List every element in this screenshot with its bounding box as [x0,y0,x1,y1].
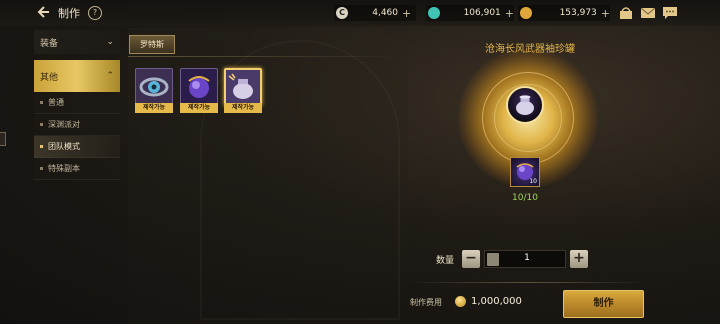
material-progress: 10/10 [512,193,538,203]
gold-coin-icon [455,296,466,307]
chevron-down-icon: ⌄ [106,37,114,47]
craft-item-slot[interactable]: 제작가능 [135,68,173,114]
currency-gold: 153,973 + [518,5,610,21]
top-bar: 制作 ? C 4,460 + 106,901 + 153,973 + [0,0,720,26]
craftable-badge: 제작가능 [180,103,218,113]
gold-icon [520,7,532,19]
currency-gem: 106,901 + [426,5,514,21]
purple-orb-icon [180,68,218,106]
gift-bag-icon[interactable] [618,5,634,20]
bullet-icon [40,167,43,170]
character-tab[interactable]: 罗特斯 [129,35,175,54]
category-sidebar: 装备 ⌄ 其他 ⌃ 普通 深渊派对 团队模式 特殊副本 [34,30,120,180]
sidebar-item-label: 深渊派对 [48,120,80,129]
cost-value: 1,000,000 [471,296,522,307]
currency-value: 153,973 [559,8,597,18]
add-currency-button[interactable]: + [505,7,514,20]
sidebar-item-normal[interactable]: 普通 [34,92,120,114]
gem-icon [428,7,440,19]
craft-button[interactable]: 制作 [563,290,644,318]
quantity-value: 1 [524,253,530,263]
chat-icon[interactable] [662,5,678,20]
mail-icon[interactable] [640,5,656,20]
chevron-up-icon: ⌃ [106,71,114,81]
add-currency-button[interactable]: + [402,7,411,20]
c-coin-icon: C [336,7,348,19]
quantity-input[interactable]: 1 [484,250,566,268]
bullet-icon [40,101,43,104]
sidebar-item-abyss-party[interactable]: 深渊派对 [34,114,120,136]
quantity-minus-button[interactable]: − [462,250,480,268]
add-currency-button[interactable]: + [601,7,610,20]
quantity-label: 数量 [436,256,455,266]
bullet-icon [40,145,43,148]
back-arrow-icon[interactable] [34,4,52,22]
craft-item-slot[interactable]: 제작가능 [180,68,218,114]
quantity-plus-button[interactable]: + [570,250,588,268]
material-slot[interactable]: 10 [510,157,540,187]
sidebar-item-team-mode[interactable]: 团队模式 [34,136,120,158]
category-other[interactable]: 其他 ⌃ [34,60,120,92]
divider [128,56,408,57]
sidebar-item-label: 特殊副本 [48,164,80,173]
sidebar-item-label: 团队模式 [48,142,80,151]
currency-value: 4,460 [372,8,398,18]
category-label: 装备 [40,38,59,49]
craftable-badge: 제작가능 [135,103,173,113]
currency-value: 106,901 [463,8,501,18]
result-pot-icon[interactable] [506,86,544,124]
pot-icon [224,68,262,106]
craftable-badge: 제작가능 [224,103,262,113]
cost-label: 制作费用 [410,298,442,307]
divider [408,282,648,283]
sidebar-item-special-dungeon[interactable]: 特殊副本 [34,158,120,180]
page-title: 制作 [58,7,80,20]
help-icon[interactable]: ? [88,6,102,20]
craft-item-slot-selected[interactable]: 제작가능 [224,68,262,114]
bullet-icon [40,123,43,126]
material-count: 10 [529,178,537,185]
category-label: 其他 [40,72,59,83]
category-equipment[interactable]: 装备 ⌄ [34,30,120,54]
currency-c-coin: C 4,460 + [334,5,416,21]
side-edge-tab[interactable] [0,132,6,146]
sidebar-item-label: 普通 [48,98,64,107]
mechanical-device-icon [135,68,173,106]
calculator-icon[interactable] [487,253,499,266]
